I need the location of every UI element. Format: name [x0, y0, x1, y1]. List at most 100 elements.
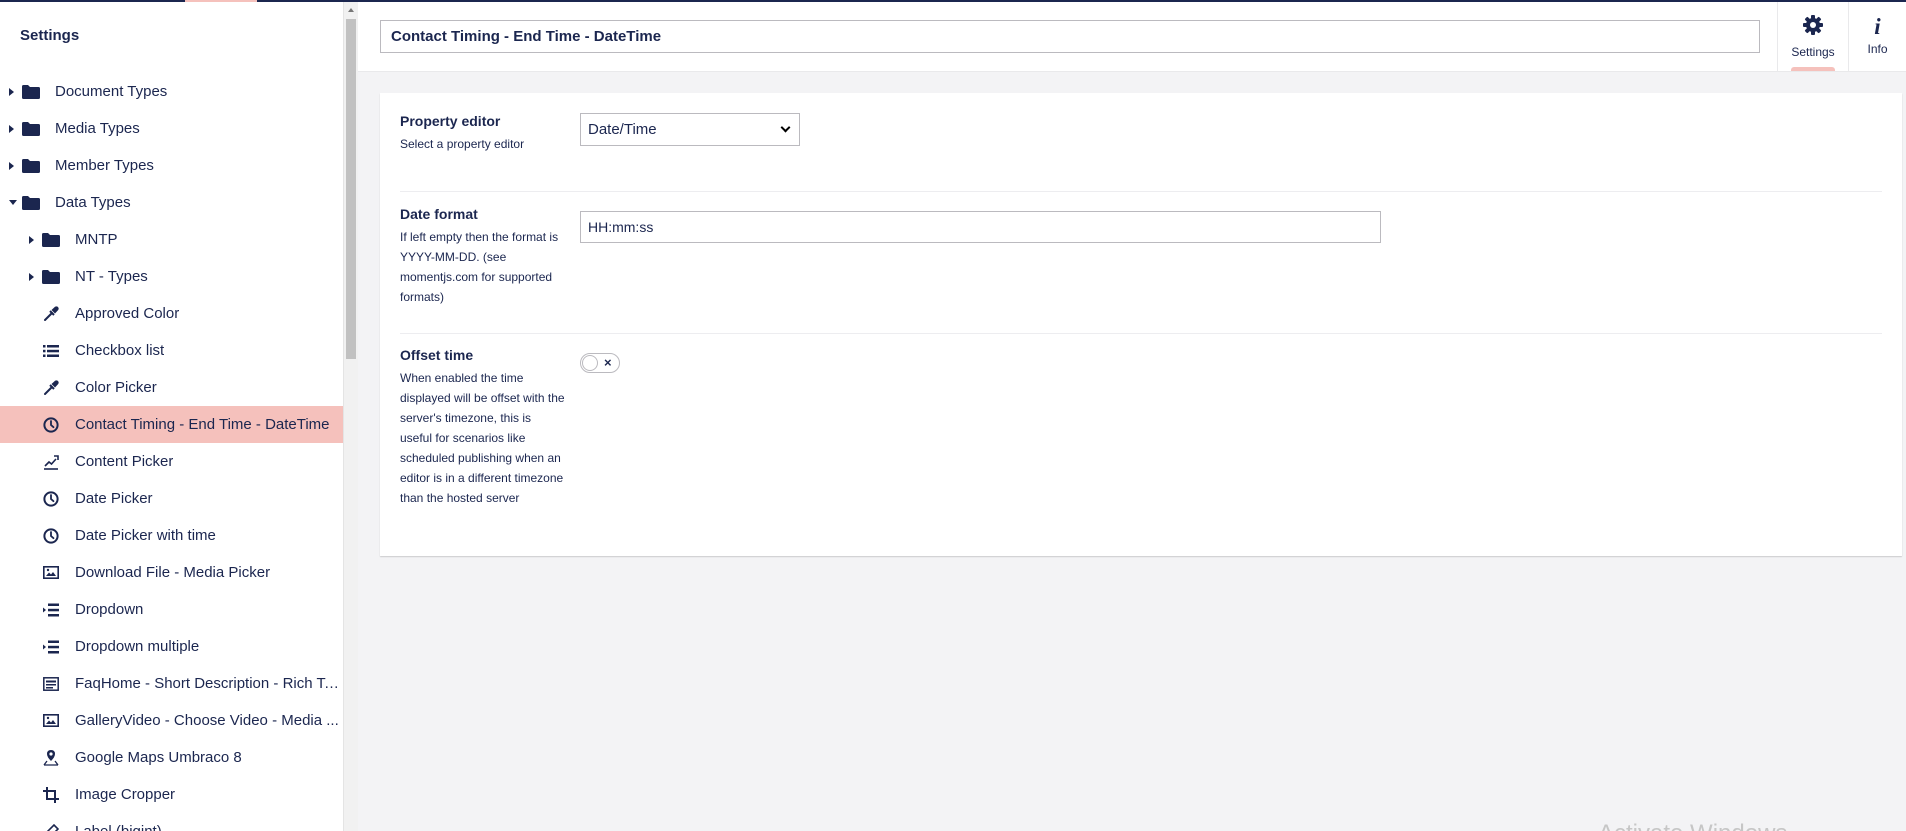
sidebar-item-label: Member Types: [55, 157, 154, 174]
sidebar-item-dropdown[interactable]: Dropdown: [0, 591, 343, 628]
property-editor-description: Select a property editor: [400, 137, 525, 151]
folder-icon: [42, 232, 60, 248]
clock-icon: [42, 490, 60, 507]
eyedropper-icon: [42, 379, 60, 396]
chevron-down-icon: [780, 122, 791, 133]
sidebar-item-label: NT - Types: [75, 268, 148, 285]
property-editor-select[interactable]: Date/Time: [580, 113, 800, 146]
pencil-icon: [42, 823, 60, 831]
date-format-input[interactable]: [580, 211, 1381, 243]
data-type-name-input[interactable]: [380, 20, 1760, 53]
sidebar-item-google-maps-umbraco-8[interactable]: Google Maps Umbraco 8: [0, 739, 343, 776]
activate-windows-watermark: Activate Windows: [1598, 820, 1787, 831]
sidebar-item-data-types[interactable]: Data Types: [0, 184, 343, 221]
offset-time-row: Offset time When enabled the time displa…: [400, 335, 1882, 535]
sidebar-item-image-cropper[interactable]: Image Cropper: [0, 776, 343, 813]
offset-time-description: When enabled the time displayed will be …: [400, 371, 565, 505]
sidebar-item-label: Dropdown: [75, 601, 144, 618]
dropdown-list-icon: [42, 602, 60, 618]
property-editor-row: Property editor Select a property editor…: [400, 113, 1882, 192]
settings-tab[interactable]: Settings: [1778, 2, 1848, 71]
toggle-off-icon: ×: [604, 355, 612, 370]
sidebar-item-label: Download File - Media Picker: [75, 564, 271, 581]
content-picker-icon: [42, 454, 60, 470]
sidebar-title: Settings: [20, 27, 80, 44]
caret-right-icon[interactable]: [9, 124, 14, 133]
sidebar-item-nt-types[interactable]: NT - Types: [0, 258, 343, 295]
folder-icon: [22, 121, 40, 137]
sidebar-item-label: Dropdown multiple: [75, 638, 200, 655]
sidebar-item-label: Checkbox list: [75, 342, 165, 359]
map-pin-icon: [42, 750, 60, 766]
sidebar-item-label: Approved Color: [75, 305, 180, 322]
folder-icon: [22, 195, 40, 211]
properties-panel: Property editor Select a property editor…: [380, 93, 1902, 556]
scrollbar-thumb[interactable]: [346, 19, 356, 359]
sidebar-item-label: Date Picker with time: [75, 527, 216, 544]
sidebar-item-dropdown-multiple[interactable]: Dropdown multiple: [0, 628, 343, 665]
picture-icon: [42, 713, 60, 729]
sidebar-item-label: Contact Timing - End Time - DateTime: [75, 416, 330, 433]
sidebar-item-label-bigint[interactable]: Label (bigint): [0, 813, 343, 831]
sidebar-item-download-file-media-picker[interactable]: Download File - Media Picker: [0, 554, 343, 591]
caret-right-icon[interactable]: [29, 235, 34, 244]
sidebar-tree: Document Types Media Types Member Types Dat…: [0, 73, 343, 831]
info-icon: i: [1874, 14, 1881, 39]
sidebar-item-label: Image Cropper: [75, 786, 176, 803]
settings-tab-label: Settings: [1791, 44, 1835, 59]
sidebar-item-content-picker[interactable]: Content Picker: [0, 443, 343, 480]
clock-icon: [42, 527, 60, 544]
sidebar-item-member-types[interactable]: Member Types: [0, 147, 343, 184]
header-nav: Settings i Info: [1777, 2, 1906, 71]
caret-right-icon[interactable]: [29, 272, 34, 281]
sidebar-item-label: Color Picker: [75, 379, 157, 396]
sidebar-item-label: Media Types: [55, 120, 140, 137]
sidebar-item-label: Date Picker: [75, 490, 153, 507]
date-format-label: Date format: [400, 206, 478, 222]
sidebar-item-label: Label (bigint): [75, 823, 162, 831]
sidebar-item-faqhome-short-description-rich-te[interactable]: FaqHome - Short Description - Rich Te...: [0, 665, 343, 702]
rich-text-icon: [42, 676, 60, 692]
picture-icon: [42, 565, 60, 581]
offset-time-label-col: Offset time When enabled the time displa…: [400, 347, 565, 508]
list-icon: [42, 343, 60, 359]
info-tab-label: Info: [1867, 42, 1888, 56]
offset-time-label: Offset time: [400, 347, 474, 363]
crop-icon: [42, 786, 60, 803]
sidebar-item-approved-color[interactable]: Approved Color: [0, 295, 343, 332]
sidebar-item-color-picker[interactable]: Color Picker: [0, 369, 343, 406]
date-format-label-col: Date format If left empty then the forma…: [400, 206, 565, 307]
gear-icon: [1803, 14, 1823, 40]
sidebar-item-date-picker[interactable]: Date Picker: [0, 480, 343, 517]
info-tab[interactable]: i Info: [1848, 2, 1906, 71]
caret-right-icon[interactable]: [9, 161, 14, 170]
toggle-knob: [582, 355, 598, 371]
date-format-description: If left empty then the format is YYYY-MM…: [400, 230, 559, 304]
eyedropper-icon: [42, 305, 60, 322]
sidebar-item-galleryvideo-choose-video-media[interactable]: GalleryVideo - Choose Video - Media ...: [0, 702, 343, 739]
sidebar-item-mntp[interactable]: MNTP: [0, 221, 343, 258]
editor-header: Settings i Info: [358, 2, 1906, 72]
sidebar-item-label: GalleryVideo - Choose Video - Media ...: [75, 712, 339, 729]
scroll-up-arrow-icon[interactable]: [348, 8, 354, 12]
sidebar-item-label: Data Types: [55, 194, 131, 211]
sidebar-item-label: Content Picker: [75, 453, 174, 470]
sidebar-scrollbar[interactable]: [343, 2, 358, 831]
clock-icon: [42, 416, 60, 433]
caret-right-icon[interactable]: [9, 87, 14, 96]
sidebar-item-contact-timing-end-time-datetime[interactable]: Contact Timing - End Time - DateTime: [0, 406, 343, 443]
sidebar-item-label: Google Maps Umbraco 8: [75, 749, 242, 766]
sidebar-item-checkbox-list[interactable]: Checkbox list: [0, 332, 343, 369]
sidebar-item-label: FaqHome - Short Description - Rich Te...: [75, 675, 339, 692]
sidebar-item-label: MNTP: [75, 231, 118, 248]
sidebar-item-label: Document Types: [55, 83, 168, 100]
folder-icon: [22, 84, 40, 100]
dropdown-list-icon: [42, 639, 60, 655]
sidebar-item-media-types[interactable]: Media Types: [0, 110, 343, 147]
sidebar-item-date-picker-with-time[interactable]: Date Picker with time: [0, 517, 343, 554]
sidebar: Settings Document Types Media Types Member…: [0, 2, 343, 831]
folder-icon: [22, 158, 40, 174]
offset-time-toggle[interactable]: ×: [580, 353, 620, 373]
caret-down-icon[interactable]: [9, 200, 17, 205]
sidebar-item-document-types[interactable]: Document Types: [0, 73, 343, 110]
